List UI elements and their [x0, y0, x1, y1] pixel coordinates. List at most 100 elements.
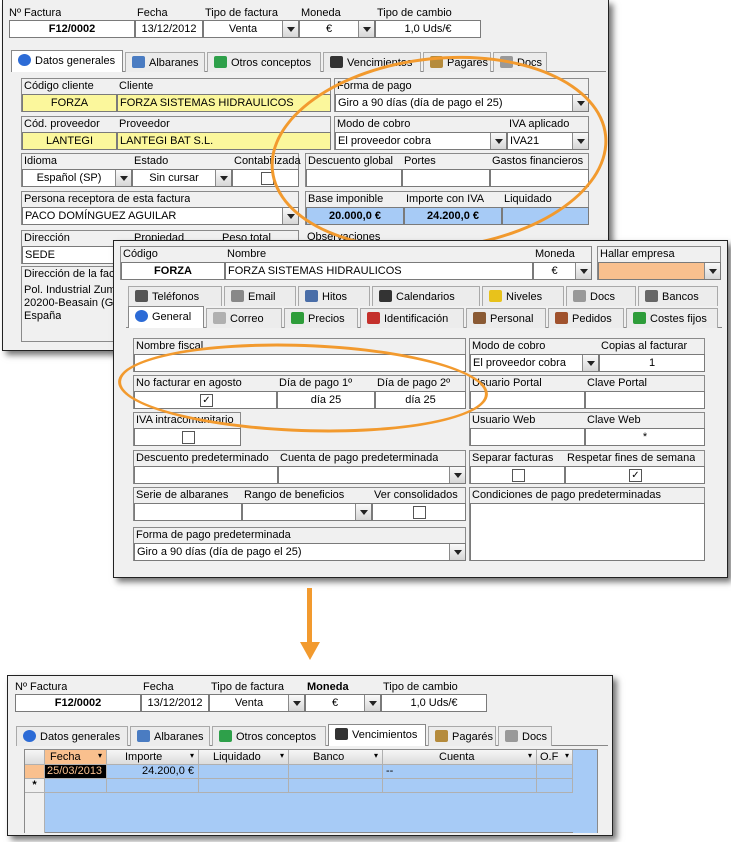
cell-importe[interactable]: 24.200,0 € — [107, 765, 199, 779]
tab-hitos[interactable]: Hitos — [298, 286, 370, 306]
chevron-down-icon[interactable] — [582, 355, 598, 371]
new-row-cuenta[interactable] — [383, 779, 537, 793]
cod-proveedor-field[interactable]: LANTEGI — [22, 132, 117, 150]
truck-icon — [132, 56, 145, 68]
grid-header-importe[interactable]: Importe ▾ — [107, 750, 199, 765]
tab-niveles[interactable]: Niveles — [482, 286, 564, 306]
estado-select[interactable]: Sin cursar — [132, 169, 232, 187]
chevron-down-icon[interactable] — [355, 504, 371, 520]
chevron-down-icon[interactable] — [358, 21, 374, 37]
envelope-icon — [231, 290, 244, 302]
factura-number-field[interactable]: F12/0002 — [9, 20, 135, 38]
tab-precios[interactable]: Precios — [284, 308, 358, 328]
new-row-liquidado[interactable] — [199, 779, 289, 793]
chevron-down-icon[interactable] — [449, 544, 465, 560]
clave-web-field[interactable]: * — [585, 428, 705, 446]
tab-pedidos[interactable]: Pedidos — [548, 308, 624, 328]
tab-bancos[interactable]: Bancos — [638, 286, 718, 306]
grid-header-banco[interactable]: Banco ▾ — [289, 750, 383, 765]
codigo-cliente-field[interactable]: FORZA — [22, 94, 117, 112]
respetar-checkbox[interactable]: ✓ — [629, 469, 642, 482]
new-row-fecha[interactable] — [45, 779, 107, 793]
tipo-factura-select[interactable]: Venta — [203, 20, 299, 38]
condiciones-field[interactable] — [470, 503, 705, 561]
tab-datos-generales[interactable]: Datos generales — [11, 50, 123, 72]
grid-corner — [25, 750, 45, 765]
tab-telefonos[interactable]: Teléfonos — [128, 286, 222, 306]
client-modo-cobro-select[interactable]: El proveedor cobra — [470, 354, 599, 372]
moneda-label: Moneda — [301, 7, 341, 19]
tab-otros-conceptos[interactable]: Otros conceptos — [207, 52, 321, 72]
grid-vertical-scrollbar[interactable] — [573, 765, 597, 833]
nombre-field[interactable]: FORZA SISTEMAS HIDRAULICOS — [225, 262, 533, 280]
tab-docs[interactable]: Docs — [498, 726, 552, 746]
descuento-pred-field[interactable] — [134, 466, 278, 484]
tab-albaranes[interactable]: Albaranes — [125, 52, 205, 72]
moneda-select[interactable]: € — [305, 694, 381, 712]
ver-consolidados-checkbox[interactable] — [413, 506, 426, 519]
tipo-factura-select[interactable]: Venta — [209, 694, 305, 712]
grid-header-fecha[interactable]: Fecha ▾ — [45, 750, 107, 765]
chevron-down-icon[interactable] — [575, 263, 591, 279]
codigo-field[interactable]: FORZA — [121, 262, 225, 280]
tab-email[interactable]: Email — [224, 286, 296, 306]
cell-of[interactable] — [537, 765, 573, 779]
serie-field[interactable] — [134, 503, 242, 521]
chevron-down-icon[interactable] — [704, 263, 720, 279]
usuario-web-field[interactable] — [470, 428, 585, 446]
tab-calendarios[interactable]: Calendarios — [372, 286, 480, 306]
tipo-cambio-field[interactable]: 1,0 Uds/€ — [381, 694, 487, 712]
tab-costes-fijos[interactable]: Costes fijos — [626, 308, 718, 328]
direccion-factura-group: Dirección de la fact Pol. Industrial Zum… — [21, 266, 121, 342]
tab-general[interactable]: General — [128, 306, 204, 328]
separar-checkbox[interactable] — [512, 469, 525, 482]
tab-albaranes[interactable]: Albaranes — [130, 726, 210, 746]
chevron-down-icon[interactable] — [215, 170, 231, 186]
row-selector[interactable] — [25, 765, 45, 779]
estado-label: Estado — [134, 155, 169, 167]
hallar-empresa-select[interactable] — [598, 262, 721, 280]
iva-intra-checkbox[interactable] — [182, 431, 195, 444]
chevron-down-icon[interactable] — [364, 695, 380, 711]
grid-header-of[interactable]: O.F ▾ — [537, 750, 573, 765]
cell-liquidado[interactable] — [199, 765, 289, 779]
tab-identificacion[interactable]: Identificación — [360, 308, 464, 328]
tab-correo[interactable]: Correo — [206, 308, 282, 328]
forma-pago-pred-select[interactable]: Giro a 90 días (día de pago el 25) — [134, 543, 466, 561]
clave-web-label: Clave Web — [587, 414, 641, 426]
client-moneda-select[interactable]: € — [533, 262, 592, 280]
new-row-marker[interactable]: * — [25, 779, 45, 793]
copias-field[interactable]: 1 — [599, 354, 705, 372]
tab-datos-generales[interactable]: Datos generales — [16, 726, 128, 746]
cuenta-pago-select[interactable] — [278, 466, 466, 484]
factura-number-field[interactable]: F12/0002 — [15, 694, 141, 712]
cell-fecha[interactable]: 25/03/2013 — [45, 765, 107, 779]
tab-vencimientos[interactable]: Vencimientos — [328, 724, 426, 746]
idioma-select[interactable]: Español (SP) — [22, 169, 132, 187]
cod-proveedor-label: Cód. proveedor — [24, 118, 100, 130]
cell-cuenta[interactable]: -- — [383, 765, 537, 779]
fecha-field[interactable]: 13/12/2012 — [135, 20, 203, 38]
rango-select[interactable] — [242, 503, 372, 521]
grid-header-liquidado[interactable]: Liquidado ▾ — [199, 750, 289, 765]
persona-select[interactable]: PACO DOMÍNGUEZ AGUILAR — [22, 207, 299, 225]
chevron-down-icon[interactable] — [288, 695, 304, 711]
cell-banco[interactable] — [289, 765, 383, 779]
chevron-down-icon[interactable] — [282, 21, 298, 37]
new-row-importe[interactable] — [107, 779, 199, 793]
moneda-select[interactable]: € — [299, 20, 375, 38]
new-row-of[interactable] — [537, 779, 573, 793]
tab-pagares[interactable]: Pagarés — [428, 726, 496, 746]
tab-client-docs[interactable]: Docs — [566, 286, 636, 306]
grid-header-cuenta[interactable]: Cuenta ▾ — [383, 750, 537, 765]
separar-cell — [470, 466, 565, 484]
tipo-factura-value: Venta — [228, 23, 258, 35]
chevron-down-icon[interactable] — [115, 170, 131, 186]
clave-portal-field[interactable] — [585, 391, 705, 409]
fecha-field[interactable]: 13/12/2012 — [141, 694, 209, 712]
tab-otros-conceptos[interactable]: Otros conceptos — [212, 726, 326, 746]
tab-personal[interactable]: Personal — [466, 308, 546, 328]
chevron-down-icon[interactable] — [449, 467, 465, 483]
tipo-cambio-field[interactable]: 1,0 Uds/€ — [375, 20, 481, 38]
new-row-banco[interactable] — [289, 779, 383, 793]
